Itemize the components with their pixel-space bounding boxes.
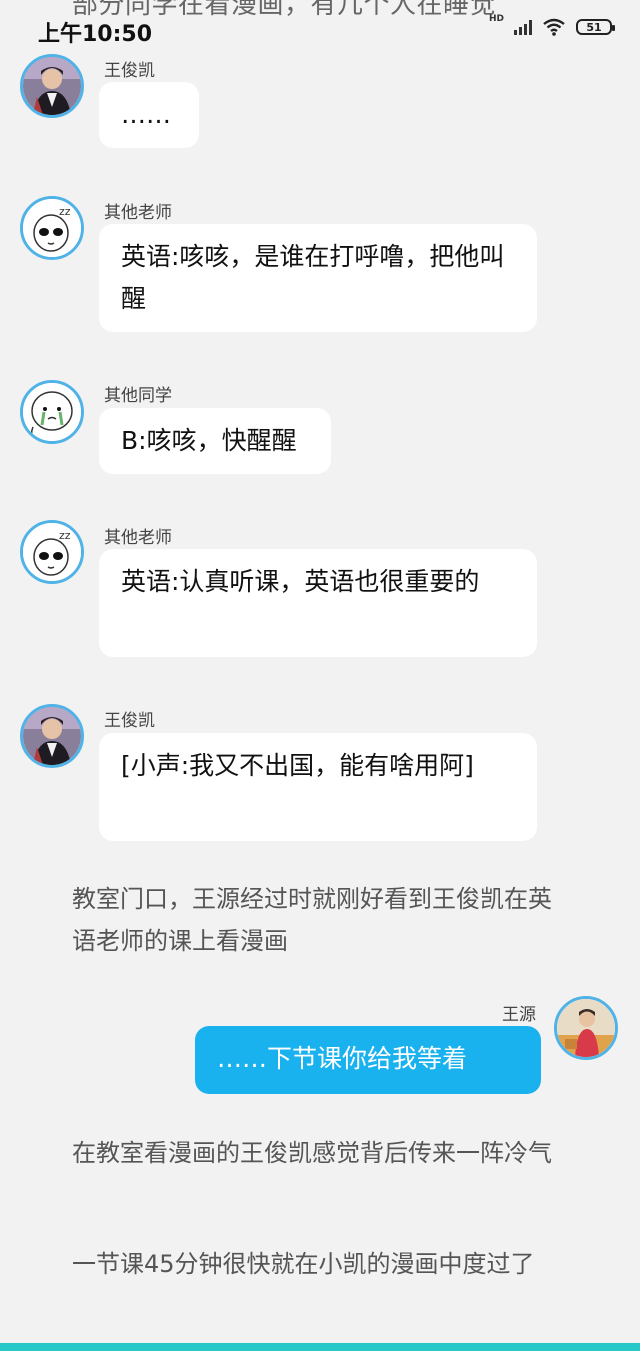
- person-photo-icon: [557, 999, 615, 1057]
- message-bubble[interactable]: 英语:咳咳，是谁在打呼噜，把他叫醒: [99, 224, 537, 332]
- person-photo-icon: [23, 707, 81, 765]
- status-time: 上午10:50: [38, 22, 153, 47]
- person-photo-icon: [23, 57, 81, 115]
- crying-meme-icon: [23, 383, 81, 441]
- bottom-accent-bar: [0, 1343, 640, 1351]
- message-bubble[interactable]: ……下节课你给我等着: [195, 1026, 541, 1094]
- message-bubble[interactable]: [小声:我又不出国，能有啥用阿]: [99, 733, 537, 841]
- message-bubble[interactable]: 英语:认真听课，英语也很重要的: [99, 549, 537, 657]
- battery-icon: 51: [576, 19, 615, 35]
- avatar-wangyuan[interactable]: [554, 996, 618, 1060]
- sender-name: 王源: [502, 1005, 536, 1025]
- avatar-teacher[interactable]: zz: [20, 196, 84, 260]
- status-icons: HD 51: [489, 14, 615, 36]
- narration-text: 在教室看漫画的王俊凯感觉背后传来一阵冷气: [72, 1139, 552, 1167]
- narration-text: 一节课45分钟很快就在小凯的漫画中度过了: [72, 1250, 535, 1278]
- sender-name: 王俊凯: [104, 61, 155, 81]
- sleepy-meme-icon: zz: [23, 523, 81, 581]
- signal-icon: [514, 19, 532, 35]
- svg-text:zz: zz: [59, 529, 71, 542]
- sender-name: 其他老师: [104, 528, 172, 548]
- narration-text: 教室门口，王源经过时就刚好看到王俊凯在英语老师的课上看漫画: [72, 885, 552, 955]
- avatar-classmate[interactable]: [20, 380, 84, 444]
- sender-name: 其他同学: [104, 386, 172, 406]
- sleepy-meme-icon: zz: [23, 199, 81, 257]
- sender-name: 其他老师: [104, 203, 172, 223]
- battery-level: 51: [586, 20, 602, 34]
- avatar-wangjunkai[interactable]: [20, 704, 84, 768]
- wifi-icon: [543, 18, 565, 36]
- avatar-wangjunkai[interactable]: [20, 54, 84, 118]
- message-bubble[interactable]: B:咳咳，快醒醒: [99, 408, 331, 474]
- hd-icon: HD: [488, 14, 504, 24]
- svg-text:zz: zz: [59, 205, 71, 218]
- avatar-teacher[interactable]: zz: [20, 520, 84, 584]
- status-bar: 上午10:50 HD 51: [0, 0, 640, 52]
- message-bubble[interactable]: ……: [99, 82, 199, 148]
- sender-name: 王俊凯: [104, 711, 155, 731]
